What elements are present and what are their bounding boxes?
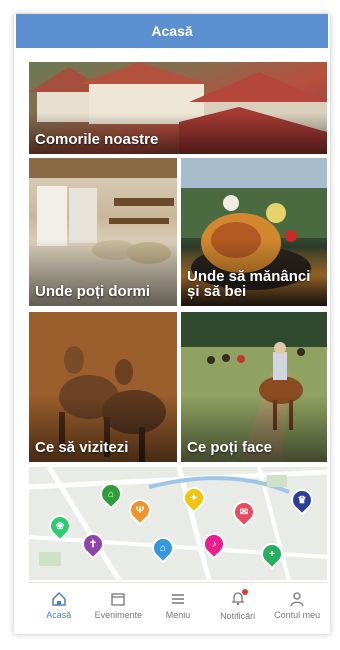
page-header: Acasă: [16, 14, 328, 48]
nav-item-events[interactable]: Evenimente: [89, 583, 149, 627]
nav-label: Acasă: [46, 609, 72, 620]
nav-label: Contul meu: [274, 609, 321, 620]
nav-label: Evenimente: [94, 609, 143, 620]
tile-label: Comorile noastre: [35, 131, 159, 149]
map-view[interactable]: ⌂ Ψ ✦ ✉ ♛ ❀ ✝ ⌂ ♪ +: [29, 467, 327, 580]
bottom-nav: Acasă Evenimente Meniu Notificări Contul…: [29, 582, 327, 627]
nav-label: Meniu: [165, 609, 191, 620]
nav-item-notifications[interactable]: Notificări: [208, 583, 268, 627]
tile-ce-sa-vizitezi[interactable]: Ce să vizitezi: [29, 312, 177, 462]
tile-unde-poti-dormi[interactable]: Unde poți dormi: [29, 158, 177, 306]
tile-label: Unde să mănânci și să bei: [187, 267, 311, 301]
tile-unde-sa-mananci[interactable]: Unde să mănânci și să bei: [181, 158, 327, 306]
tile-label: Ce să vizitezi: [35, 439, 129, 457]
tile-label: Ce poți face: [187, 439, 273, 457]
menu-icon: [171, 593, 184, 604]
calendar-icon: [111, 592, 126, 606]
page-title: Acasă: [151, 23, 193, 39]
user-icon: [290, 591, 304, 606]
tile-comorile-noastre[interactable]: Comorile noastre: [29, 62, 327, 154]
nav-label: Notificări: [220, 610, 256, 621]
nav-item-account[interactable]: Contul meu: [267, 583, 327, 627]
notification-badge: [241, 588, 248, 595]
map-background: [29, 467, 327, 580]
nav-item-menu[interactable]: Meniu: [148, 583, 208, 627]
tile-label: Unde poți dormi: [35, 283, 150, 301]
bell-wrapper: [230, 588, 248, 611]
tile-ce-poti-face[interactable]: Ce poți face: [181, 312, 327, 462]
home-icon: [52, 591, 66, 606]
nav-item-home[interactable]: Acasă: [29, 583, 89, 627]
